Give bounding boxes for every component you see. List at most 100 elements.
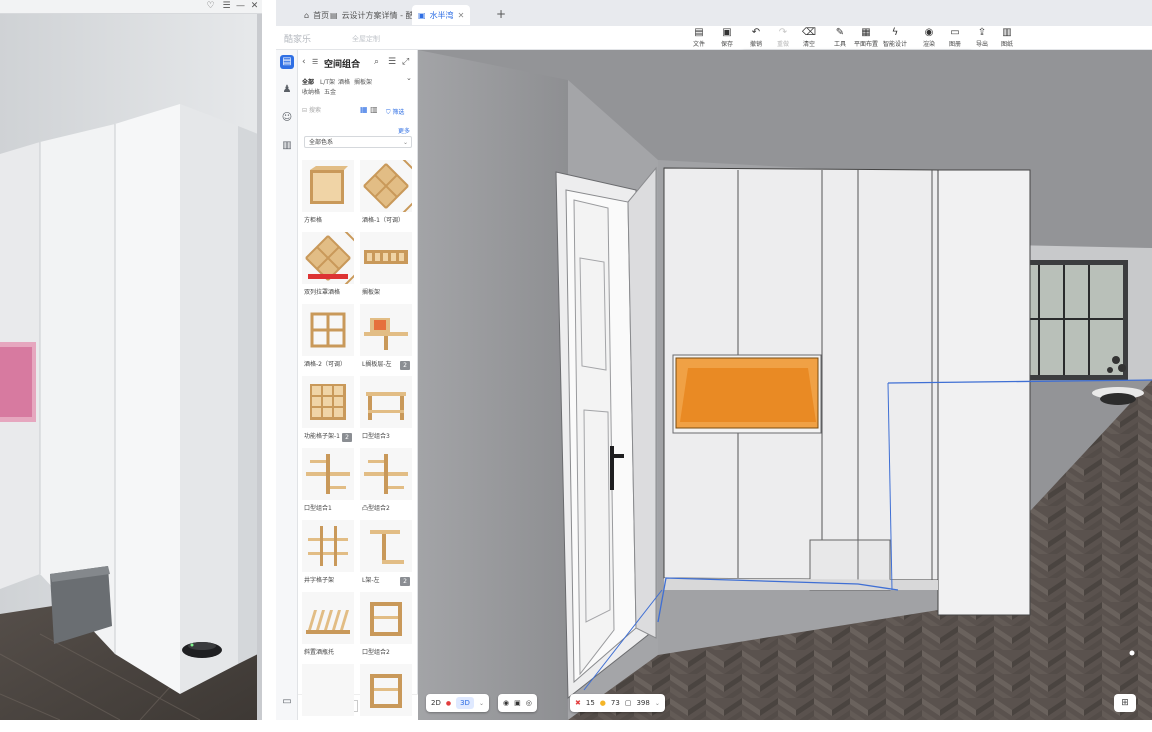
smart-button[interactable]: ϟ 智能设计	[882, 27, 908, 49]
search-input[interactable]: ⊟ 搜索	[302, 104, 356, 118]
drawing-button[interactable]: ▥ 图纸	[994, 27, 1020, 49]
close-icon[interactable]: ✕	[249, 1, 260, 12]
redo-button[interactable]: ↷ 重做	[770, 27, 796, 49]
home-icon: ⌂	[304, 10, 310, 20]
back-icon[interactable]: ‹	[302, 57, 306, 67]
eye-icon[interactable]: ◉	[503, 699, 509, 707]
panel-title: 空间组合	[324, 60, 361, 70]
more-link[interactable]: 更多	[398, 126, 410, 135]
item-label: 凸型组合2	[362, 505, 390, 512]
category-tab[interactable]: L/T架	[320, 77, 335, 86]
catalog-item[interactable]: 酒格-1（可调）	[360, 152, 420, 228]
chevron-down-icon[interactable]: ⌄	[479, 700, 484, 707]
expand-icon[interactable]: ⤢	[402, 57, 409, 67]
issue-summary[interactable]: ✖ 15 ● 73 ▢ 398 ⌄	[570, 694, 665, 712]
catalog-item[interactable]: 2 L架-左	[360, 520, 412, 588]
category-tab[interactable]: 搁板架	[354, 77, 372, 86]
file-button[interactable]: ▤ 文件	[686, 27, 712, 49]
layers-icon[interactable]: ▣	[514, 699, 521, 707]
item-icon: ▢	[624, 699, 632, 707]
floorplan-button[interactable]: ▦ 平面布置	[853, 27, 879, 49]
list-view-toggle-icon[interactable]: ▥	[370, 105, 378, 114]
catalog-item[interactable]	[360, 664, 412, 732]
tab-close-icon[interactable]: ✕	[458, 11, 465, 20]
catalog-item[interactable]: 2 L搁板层-左	[360, 304, 412, 372]
catalog-item[interactable]: 口型组合3	[360, 376, 412, 444]
3d-viewport[interactable]	[418, 50, 1152, 720]
catalog-item[interactable]	[302, 664, 354, 732]
item-thumbnail	[302, 664, 354, 716]
item-label: 酒格-2（可调）	[304, 361, 346, 368]
catalog-item[interactable]: 口型组合2	[360, 592, 412, 660]
toolbar-label: 智能设计	[882, 41, 907, 48]
save-button[interactable]: ▣ 保存	[714, 27, 740, 49]
item-thumbnail	[302, 592, 354, 644]
catalog-item[interactable]: 井字格子架	[302, 520, 354, 588]
reference-window-titlebar: ♡ ☰ — ☐ ✕	[0, 0, 262, 14]
person-icon[interactable]: ♟	[280, 83, 294, 97]
catalog-item[interactable]: 口型组合1	[302, 448, 354, 516]
toolbar-label: 渲染	[922, 41, 935, 48]
category-tab[interactable]: 收纳格	[302, 87, 320, 96]
warning-count: 73	[610, 699, 620, 707]
color-filter-select[interactable]: 全部色系 ⌄	[304, 136, 412, 148]
catalog-item[interactable]: 斜置酒瓶托	[302, 592, 354, 660]
catalog-item[interactable]: 双列拉罩酒格	[302, 224, 362, 300]
floorplan-icon: ▦	[861, 27, 871, 38]
category-tab[interactable]: 全部	[302, 77, 314, 86]
layout-toggle-icon[interactable]: ⊞	[1114, 694, 1136, 712]
catalog-item[interactable]: 酒格-2（可调）	[302, 304, 354, 372]
warning-icon: ●	[599, 699, 606, 707]
catalog-item[interactable]: 方柜格	[302, 160, 354, 228]
color-filter-value: 全部色系	[309, 139, 334, 146]
item-label: 双列拉罩酒格	[304, 289, 341, 296]
reference-window-scrollbar[interactable]	[257, 14, 262, 720]
item-label: 口型组合2	[362, 649, 390, 656]
undo-icon: ↶	[751, 27, 761, 38]
category-tab[interactable]: 酒格	[338, 77, 350, 86]
collapse-icon[interactable]: ▭	[280, 695, 294, 709]
mode-3d-button[interactable]: 3D	[456, 697, 474, 709]
search-icon[interactable]: ⌕	[374, 57, 379, 67]
pin-icon[interactable]: ♡	[205, 1, 216, 12]
grid-view-icon[interactable]: ▦ ▥	[360, 105, 378, 114]
item-thumbnail	[360, 232, 412, 284]
app-mode-label: 全屋定制	[352, 35, 380, 43]
compass-icon[interactable]: ◎	[526, 699, 532, 707]
item-thumbnail	[302, 376, 354, 428]
album-button[interactable]: ▭ 图册	[942, 27, 968, 49]
item-label: 搁板架	[362, 289, 381, 296]
item-label: 酒格-1（可调）	[362, 217, 404, 224]
mode-2d-button[interactable]: 2D	[431, 699, 441, 707]
user-icon[interactable]: ☺	[280, 111, 294, 125]
filter-icon: ⊟	[302, 107, 309, 114]
tab-current-design[interactable]: ▣ 水半湾 ✕	[412, 5, 471, 25]
toolbar-label: 图纸	[1000, 41, 1013, 48]
wrench-button[interactable]: ✎ 工具	[827, 27, 853, 49]
filter-button[interactable]: ⛉ 筛选	[386, 107, 404, 117]
camera-button[interactable]: ◉ 渲染	[916, 27, 942, 49]
catalog-item[interactable]: 搁板架	[360, 232, 412, 300]
minimize-icon[interactable]: —	[235, 1, 246, 12]
catalog-item[interactable]: 2 功能格子架-1	[302, 376, 354, 444]
chevron-down-icon[interactable]: ⌄	[406, 74, 412, 82]
catalog-icon[interactable]: ▤	[280, 55, 294, 69]
menu-icon[interactable]: ☰	[221, 1, 232, 12]
new-tab-button[interactable]: +	[496, 7, 506, 21]
undo-button[interactable]: ↶ 撤销	[743, 27, 769, 49]
catalog-item[interactable]: 凸型组合2	[360, 448, 412, 516]
export-button[interactable]: ⇪ 导出	[969, 27, 995, 49]
save-icon: ▣	[722, 27, 732, 38]
app-logo: 酷家乐	[284, 35, 312, 45]
box-icon[interactable]: ▥	[280, 139, 294, 153]
eraser-button[interactable]: ⌫ 清空	[796, 27, 822, 49]
error-icon: ✖	[575, 699, 581, 707]
export-icon: ⇪	[977, 27, 987, 38]
toolbar-label: 图册	[948, 41, 961, 48]
item-label: L架-左	[362, 577, 380, 584]
eraser-icon: ⌫	[801, 27, 817, 38]
toolbar-label: 保存	[720, 41, 733, 48]
catalog-panel: ‹ ☰ 空间组合 ⌕ ☰ ⤢ 全部 L/T架 酒格 搁板架 收纳格 五金 ⌄ ⊟ 搜索 ▦…	[298, 50, 420, 720]
category-tab[interactable]: 五金	[324, 87, 336, 96]
list-view-icon[interactable]: ☰	[388, 57, 396, 67]
